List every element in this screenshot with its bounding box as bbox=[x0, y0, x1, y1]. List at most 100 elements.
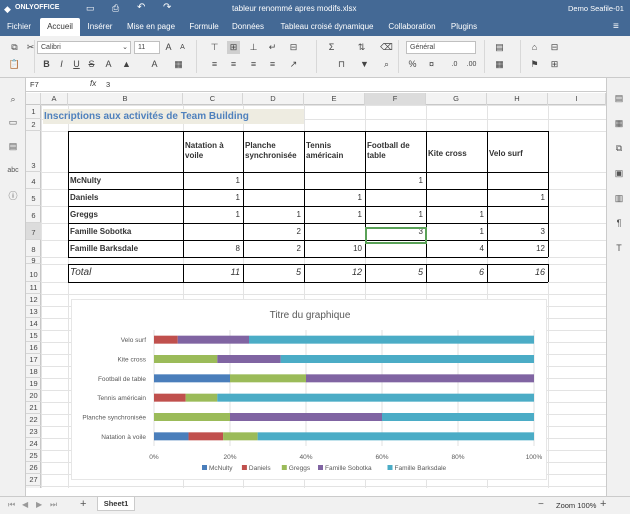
sum-icon[interactable]: Σ bbox=[325, 41, 338, 54]
row-header-25[interactable]: 25 bbox=[26, 450, 41, 462]
add-sheet-icon[interactable]: + bbox=[80, 498, 86, 510]
bold-icon[interactable]: B bbox=[40, 58, 53, 71]
find-icon[interactable]: ⌕ bbox=[380, 58, 393, 71]
tab-formule[interactable]: Formule bbox=[185, 18, 223, 36]
row-header-8[interactable]: 8 bbox=[26, 240, 41, 257]
sheet-tab[interactable]: Sheet1 bbox=[97, 497, 135, 511]
align-middle-icon[interactable]: ⊞ bbox=[227, 41, 240, 54]
print-icon[interactable]: ⎙ bbox=[112, 3, 119, 14]
merge-icon[interactable]: ⊟ bbox=[287, 41, 300, 54]
value-cell[interactable]: 1 bbox=[365, 173, 423, 188]
value-cell[interactable]: 1 bbox=[183, 173, 240, 188]
wrap-text-icon[interactable]: ↵ bbox=[266, 41, 279, 54]
cell-grid[interactable]: Inscriptions aux activités de Team Build… bbox=[41, 105, 606, 488]
row-header-5[interactable]: 5 bbox=[26, 189, 41, 206]
row-header-11[interactable]: 11 bbox=[26, 282, 41, 294]
font-color-icon[interactable]: A bbox=[148, 58, 161, 71]
align-top-icon[interactable]: ⊤ bbox=[208, 41, 221, 54]
folder-icon[interactable]: ▭ bbox=[86, 3, 95, 14]
row-header-26[interactable]: 26 bbox=[26, 462, 41, 474]
value-cell[interactable]: 10 bbox=[304, 241, 362, 256]
column-header-i[interactable]: I bbox=[548, 93, 606, 105]
activity-header[interactable]: Kite cross bbox=[428, 149, 486, 159]
value-cell[interactable]: 3 bbox=[487, 224, 545, 239]
orientation-icon[interactable]: ↗ bbox=[287, 58, 300, 71]
align-right-icon[interactable]: ≡ bbox=[247, 58, 260, 71]
increase-font-icon[interactable]: A bbox=[162, 41, 175, 54]
named-range-icon[interactable]: ⊓ bbox=[335, 58, 348, 71]
total-value[interactable]: 12 bbox=[304, 265, 362, 280]
chart-frame[interactable]: Titre du graphique 0% 20% 40% 60% 80% 100% Nata… bbox=[71, 299, 547, 480]
tab-accueil[interactable]: Accueil bbox=[40, 18, 80, 36]
copy-icon[interactable]: ⧉ bbox=[8, 41, 21, 54]
row-header-9[interactable]: 9 bbox=[26, 257, 41, 264]
row-header-24[interactable]: 24 bbox=[26, 438, 41, 450]
row-header-14[interactable]: 14 bbox=[26, 318, 41, 330]
cell-settings-icon[interactable]: ▤ bbox=[613, 92, 625, 104]
user-name[interactable]: Demo Seafile-01 bbox=[568, 4, 624, 13]
activity-header[interactable]: Planche synchronisée bbox=[245, 141, 303, 161]
person-name[interactable]: Greggs bbox=[70, 207, 98, 222]
filter-icon[interactable]: ▼ bbox=[358, 58, 371, 71]
decrease-font-icon[interactable]: A bbox=[176, 41, 189, 54]
column-header-f[interactable]: F bbox=[365, 93, 426, 105]
table-settings-icon[interactable]: ▦ bbox=[613, 117, 625, 129]
row-header-1[interactable]: 1 bbox=[26, 105, 41, 119]
sheet-title[interactable]: Inscriptions aux activités de Team Build… bbox=[43, 109, 304, 124]
column-header-h[interactable]: H bbox=[487, 93, 548, 105]
row-header-23[interactable]: 23 bbox=[26, 426, 41, 438]
column-header-d[interactable]: D bbox=[243, 93, 304, 105]
formula-input[interactable]: 3 bbox=[106, 80, 110, 89]
total-value[interactable]: 6 bbox=[426, 265, 484, 280]
pivot-settings-icon[interactable]: ⧉ bbox=[613, 142, 625, 154]
search-icon[interactable]: ⌕ bbox=[7, 93, 19, 105]
tab-inserer[interactable]: Insérer bbox=[82, 18, 118, 36]
person-name[interactable]: McNulty bbox=[70, 173, 101, 188]
row-header-7[interactable]: 7 bbox=[26, 223, 41, 240]
underline-icon[interactable]: U bbox=[70, 58, 83, 71]
info-icon[interactable]: ⓘ bbox=[7, 190, 19, 202]
value-cell[interactable]: 1 bbox=[365, 207, 423, 222]
justify-icon[interactable]: ≡ bbox=[266, 58, 279, 71]
value-cell[interactable]: 4 bbox=[426, 241, 484, 256]
zoom-level[interactable]: Zoom 100% bbox=[556, 501, 596, 510]
fx-icon[interactable]: fx bbox=[90, 79, 96, 88]
total-value[interactable]: 5 bbox=[365, 265, 423, 280]
column-header-c[interactable]: C bbox=[183, 93, 243, 105]
total-value[interactable]: 16 bbox=[487, 265, 545, 280]
tab-plugins[interactable]: Plugins bbox=[446, 18, 482, 36]
activity-header[interactable]: Football de table bbox=[367, 141, 425, 161]
value-cell[interactable]: 1 bbox=[487, 190, 545, 205]
next-sheet-icon[interactable]: ▶ bbox=[36, 500, 42, 509]
row-header-16[interactable]: 16 bbox=[26, 342, 41, 354]
selected-cell-f7[interactable] bbox=[365, 227, 427, 244]
value-cell[interactable]: 2 bbox=[243, 241, 301, 256]
font-size-select[interactable]: 11 bbox=[134, 41, 160, 54]
text-art-settings-icon[interactable]: T bbox=[613, 242, 625, 254]
activity-header[interactable]: Velo surf bbox=[489, 149, 547, 159]
row-header-27[interactable]: 27 bbox=[26, 474, 41, 486]
cut-icon[interactable]: ✂ bbox=[24, 41, 37, 54]
row-header-3[interactable]: 3 bbox=[26, 131, 41, 172]
row-header-17[interactable]: 17 bbox=[26, 354, 41, 366]
italic-icon[interactable]: I bbox=[55, 58, 68, 71]
row-header-2[interactable]: 2 bbox=[26, 119, 41, 131]
total-label[interactable]: Total bbox=[70, 265, 91, 280]
person-name[interactable]: Famille Sobotka bbox=[70, 224, 131, 239]
tab-fichier[interactable]: Fichier bbox=[2, 18, 36, 36]
paste-icon[interactable]: 📋 bbox=[8, 58, 21, 71]
select-all-corner[interactable] bbox=[26, 93, 41, 105]
undo-icon[interactable]: ↶ bbox=[137, 2, 145, 13]
row-header-10[interactable]: 10 bbox=[26, 264, 41, 282]
column-header-b[interactable]: B bbox=[68, 93, 183, 105]
format-cells-icon[interactable]: ⚑ bbox=[528, 58, 541, 71]
table-template-icon[interactable]: ▦ bbox=[493, 58, 506, 71]
value-cell[interactable]: 2 bbox=[243, 224, 301, 239]
value-cell[interactable]: 12 bbox=[487, 241, 545, 256]
value-cell[interactable]: 1 bbox=[183, 207, 240, 222]
fill-icon[interactable]: ⊞ bbox=[548, 58, 561, 71]
subscript-icon[interactable]: A bbox=[102, 58, 115, 71]
zoom-out-icon[interactable]: − bbox=[538, 499, 544, 510]
spellcheck-icon[interactable]: abc bbox=[7, 165, 19, 177]
column-header-e[interactable]: E bbox=[304, 93, 365, 105]
